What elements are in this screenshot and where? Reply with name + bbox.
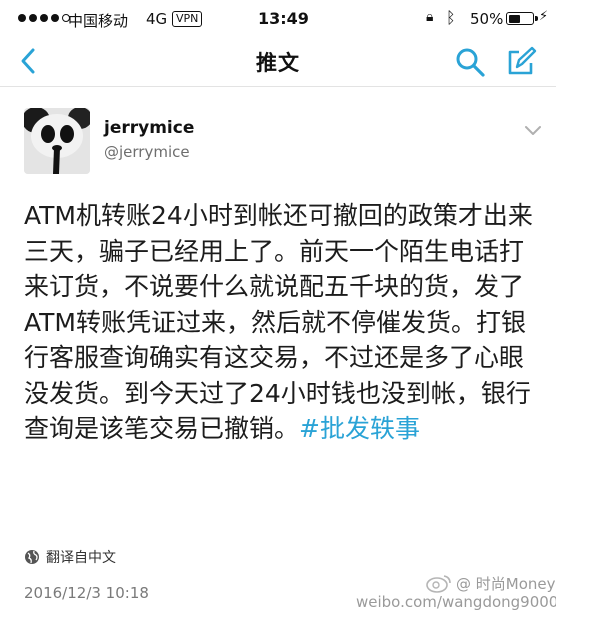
watermark-url: weibo.com/wangdong9000 xyxy=(356,593,556,611)
status-time: 13:49 xyxy=(258,9,309,28)
search-icon xyxy=(456,48,485,77)
vpn-badge: VPN xyxy=(172,11,203,27)
battery-level-fill xyxy=(508,14,520,23)
search-button[interactable] xyxy=(454,46,486,78)
network-type: 4G xyxy=(146,10,168,28)
user-handle[interactable]: @jerrymice xyxy=(104,143,190,161)
display-name[interactable]: jerrymice xyxy=(104,118,194,138)
compose-button[interactable] xyxy=(503,45,537,79)
globe-icon xyxy=(25,550,39,564)
battery-percent: 50% xyxy=(470,10,504,28)
avatar[interactable] xyxy=(24,108,90,174)
tweet-body: ATM机转账24小时到帐还可撤回的政策才出来三天，骗子已经用上了。前天一个陌生电… xyxy=(24,201,533,443)
rotation-lock-icon: 🔒︎ xyxy=(426,9,434,25)
charging-icon: ⚡︎ xyxy=(539,9,549,24)
panda-avatar-image xyxy=(24,108,90,174)
compose-icon xyxy=(508,46,537,75)
right-margin xyxy=(556,0,589,617)
nav-bar: 推文 xyxy=(0,36,556,87)
signal-strength-icon xyxy=(18,14,70,22)
carrier-name: 中国移动 xyxy=(68,12,129,30)
translate-label: 翻译自中文 xyxy=(46,550,116,566)
more-options-button[interactable] xyxy=(524,122,542,135)
translate-link[interactable]: 翻译自中文 xyxy=(24,547,116,567)
bluetooth-icon: ᛒ xyxy=(446,8,456,27)
watermark-account: @ 时尚Money xyxy=(456,575,556,593)
battery-icon xyxy=(506,12,538,25)
hashtag-link[interactable]: #批发轶事 xyxy=(299,414,420,443)
status-bar: 中国移动 4G VPN 13:49 🔒︎ ᛒ 50% ⚡︎ xyxy=(0,0,556,36)
weibo-logo-icon xyxy=(426,575,451,593)
tweet-text: ATM机转账24小时到帐还可撤回的政策才出来三天，骗子已经用上了。前天一个陌生电… xyxy=(24,198,534,447)
chevron-down-icon xyxy=(525,126,541,135)
tweet-timestamp: 2016/12/3 10:18 xyxy=(24,584,149,602)
tweet-detail-screen: 中国移动 4G VPN 13:49 🔒︎ ᛒ 50% ⚡︎ 推文 jerrymi… xyxy=(0,0,556,617)
